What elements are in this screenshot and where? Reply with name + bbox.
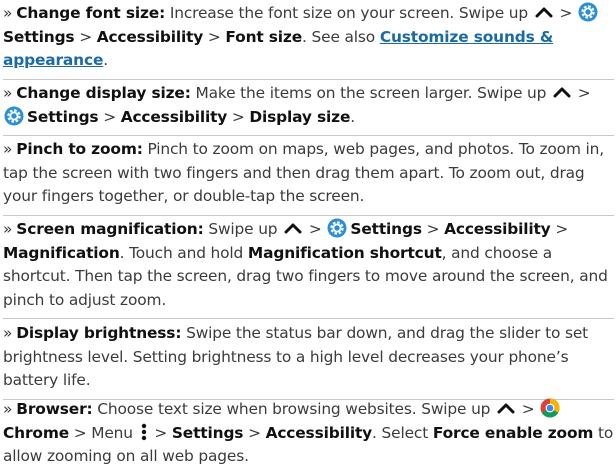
accessibility-label: Accessibility: [265, 423, 373, 442]
separator: >: [517, 400, 540, 418]
display-size-label: Display size: [249, 107, 351, 126]
magnification-shortcut-label: Magnification shortcut: [247, 243, 442, 262]
font-size-label: Font size: [225, 27, 303, 46]
item-title: Browser:: [16, 400, 93, 418]
item-text: .: [103, 51, 108, 69]
settings-label: Settings: [350, 220, 422, 238]
item-text: Choose text size when browsing websites.…: [92, 400, 496, 418]
separator: >: [98, 107, 121, 126]
separator: >: [227, 107, 250, 126]
chrome-label: Chrome: [3, 423, 69, 442]
item-title: Display brightness:: [16, 324, 182, 342]
accessibility-tips-page: » Change font size: Increase the font siz…: [0, 0, 616, 469]
item-text: . Select: [372, 423, 433, 442]
list-item-change-font-size: » Change font size: Increase the font siz…: [3, 2, 614, 80]
caret-up-icon: [284, 223, 302, 234]
force-enable-zoom-label: Force enable zoom: [432, 423, 594, 442]
bullet: »: [3, 140, 13, 158]
settings-label: Settings: [171, 423, 244, 442]
accessibility-label: Accessibility: [120, 107, 228, 126]
bullet: »: [3, 324, 13, 342]
chrome-icon: [540, 398, 560, 418]
item-text: Increase the font size on your screen. S…: [165, 4, 533, 22]
item-title: Change display size:: [16, 84, 191, 102]
bullet: »: [3, 400, 13, 418]
separator: >: [421, 220, 445, 238]
item-title: Pinch to zoom:: [16, 140, 143, 158]
separator: >: [243, 423, 266, 442]
item-title: Change font size:: [16, 4, 166, 22]
menu-text: > Menu: [69, 423, 138, 442]
list-item-pinch-to-zoom: » Pinch to zoom: Pinch to zoom on maps, w…: [3, 138, 614, 216]
item-text: . See also: [302, 27, 380, 46]
item-text: . Touch and hold: [119, 243, 248, 262]
separator: >: [149, 423, 172, 442]
bullet: »: [3, 220, 13, 238]
settings-gear-icon: [578, 2, 598, 22]
accessibility-label: Accessibility: [96, 27, 204, 46]
menu-dots-icon: [141, 423, 146, 440]
separator: >: [550, 220, 569, 238]
list-item-change-display-size: » Change display size: Make the items on …: [3, 82, 614, 136]
separator: >: [203, 27, 226, 46]
settings-label: Settings: [27, 107, 99, 126]
settings-label: Settings: [3, 27, 75, 46]
caret-up-icon: [535, 7, 553, 18]
caret-up-icon: [553, 87, 571, 98]
separator: >: [304, 220, 327, 238]
item-text: Make the items on the screen larger. Swi…: [190, 84, 551, 102]
item-title: Screen magnification:: [16, 220, 204, 238]
magnification-label: Magnification: [3, 243, 120, 262]
item-text: .: [350, 107, 355, 126]
list-item-screen-magnification: » Screen magnification: Swipe up > Settin…: [3, 218, 614, 319]
settings-gear-icon: [327, 218, 347, 238]
list-item-display-brightness: » Display brightness: Swipe the status ba…: [3, 322, 614, 400]
accessibility-label: Accessibility: [444, 220, 551, 238]
settings-gear-icon: [4, 106, 24, 125]
separator: >: [573, 84, 591, 102]
bullet: »: [3, 4, 13, 22]
separator: >: [74, 27, 97, 46]
bullet: »: [3, 84, 13, 102]
separator: >: [554, 4, 577, 22]
list-item-browser: » Browser: Choose text size when browsing…: [3, 398, 614, 475]
caret-up-icon: [497, 403, 515, 414]
item-text: Swipe up: [203, 220, 283, 238]
